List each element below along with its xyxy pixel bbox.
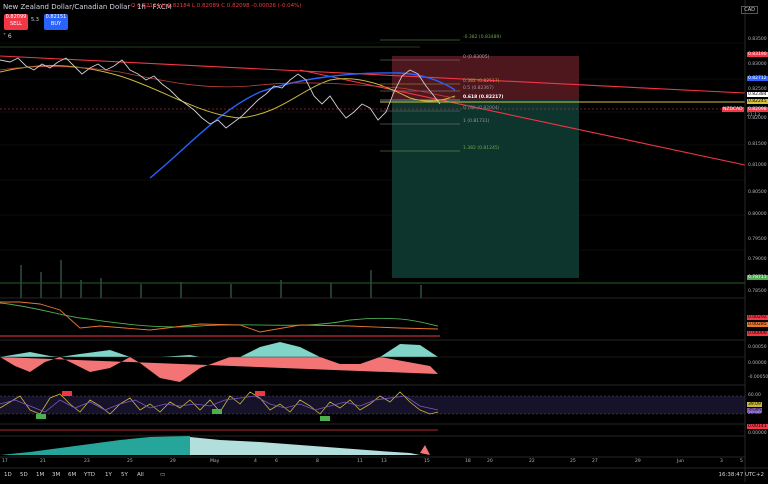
time-axis-label: 23 [84,459,90,464]
sell-button[interactable]: 0.82099 SELL [4,14,28,30]
fib-level-label: 0.382 (0.82517) [463,79,500,84]
buy-price: 0.82151 [45,14,67,20]
time-axis-label: 17 [2,459,8,464]
time-axis-label: 6 [275,459,278,464]
trendline-upper[interactable] [0,55,746,94]
pane-axis-label: 0.00285 [747,322,768,327]
timeframe-button-all[interactable]: All [137,472,144,478]
time-axis-label: 21 [40,459,46,464]
time-axis-label: 15 [424,459,430,464]
fib-level-label: -0.382 (0.83489) [463,35,502,40]
pane-3-oscillator [0,391,745,421]
time-axis-label: 4 [254,459,257,464]
fib-level-label: 0.5 (0.82367) [463,86,494,91]
pane-axis-label: 0.00000 [748,431,767,436]
price-axis-label: 0.79000 [748,257,767,262]
time-axis-label: 13 [381,459,387,464]
price-axis-label: 0.83500 [748,37,767,42]
timeframe-button-6m[interactable]: 6M [68,472,76,478]
timeframe-button-ytd[interactable]: YTD [84,472,95,478]
price-axis-label: 0.83000 [748,62,767,67]
fib-level-label: 0 (0.83005) [463,55,490,60]
price-axis-label: 0.82245 [747,99,768,104]
pane-1-indicator [0,301,440,337]
buy-button[interactable]: 0.82151 BUY [44,14,68,30]
pane-axis-label: 0.00050 [748,345,767,350]
take-profit-zone[interactable] [392,100,579,278]
price-axis-label: 0.78711 [747,275,768,280]
indicators-toggle[interactable]: ˅ 6 [3,33,12,40]
timeframe-button-1d[interactable]: 1D [4,472,12,478]
pane-axis-label: 0.00141 [747,424,768,429]
bar-countdown: 21:13 [747,113,760,118]
clock[interactable]: 16:38:47 UTC+2 [719,472,764,478]
buy-label: BUY [50,21,62,27]
price-axis-label: 0.81500 [748,142,767,147]
calendar-icon[interactable]: ▭ [160,472,165,478]
price-axis-label: 0.82712 [747,76,768,81]
volume-bars [20,260,422,298]
sell-label: SELL [10,21,22,27]
price-axis-label: 0.79500 [748,237,767,242]
fib-level-label: 0.786 (0.82004) [463,106,500,111]
fib-level-label: 1.382 (0.81245) [463,146,500,151]
pane-2-histogram [0,342,745,382]
chart-canvas[interactable] [0,0,768,482]
moving-average-red [0,66,456,99]
time-axis-label: 29 [635,459,641,464]
pane-axis-label: 60.00 [748,393,761,398]
time-axis-label: May [210,459,220,464]
time-axis-label: 18 [465,459,471,464]
symbol-badge[interactable]: NZDCAD [722,107,744,112]
indicators-count: 6 [7,33,12,40]
chart-area[interactable]: New Zealand Dollar/Canadian Dollar · 1h … [0,0,768,482]
sell-price: 0.82099 [5,14,27,20]
pane-axis-label: 39.09 [747,402,762,407]
time-axis-label: 3 [720,459,723,464]
timeframe-button-3m[interactable]: 3M [52,472,60,478]
time-axis-label: 25 [570,459,576,464]
ohlc-readout: O 0.82124 H 0.82184 L 0.82089 C 0.82098 … [131,3,302,9]
time-axis-label: 5 [740,459,743,464]
time-axis-label: 8 [316,459,319,464]
time-axis-label: 22 [529,459,535,464]
time-axis-label: 20 [487,459,493,464]
price-axis-label: 0.80000 [748,212,767,217]
price-axis-label: 0.81000 [748,163,767,168]
time-axis-label: 29 [170,459,176,464]
pane-axis-label: 0.00000 [748,361,767,366]
price-axis-label: 0.83190 [747,52,768,57]
currency-badge[interactable]: CAD [741,6,758,14]
time-axis-label: 11 [357,459,363,464]
pane-5-histogram [0,436,430,455]
timeframe-button-1y[interactable]: 1Y [105,472,112,478]
stop-loss-zone[interactable] [392,56,579,100]
pane-axis-label: 0.00292 [747,315,768,320]
price-axis-label: 0.80500 [748,190,767,195]
timeframe-button-1m[interactable]: 1M [36,472,44,478]
price-gridlines [0,42,745,284]
time-axis-label: Jun [677,459,685,464]
pane-axis-label: 20.00 [748,411,761,416]
price-axis-label: 0.78500 [748,289,767,294]
fib-level-label: 1 (0.81731) [463,119,490,124]
time-axis-label: 25 [127,459,133,464]
chevron-down-icon: ˅ [3,33,6,40]
timeframe-button-5d[interactable]: 5D [20,472,28,478]
pane-axis-label: 0.00000 [747,331,768,336]
fib-level-label: 0.618 (0.82217) [463,95,504,100]
price-axis-label: 0.82384 [747,92,768,97]
time-axis-label: 27 [592,459,598,464]
timeframe-button-5y[interactable]: 5Y [121,472,128,478]
price-axis-label: 0.82098 [747,107,768,112]
pane-axis-label: -0.00050 [748,375,768,380]
spread-value: 5.3 [31,17,39,23]
